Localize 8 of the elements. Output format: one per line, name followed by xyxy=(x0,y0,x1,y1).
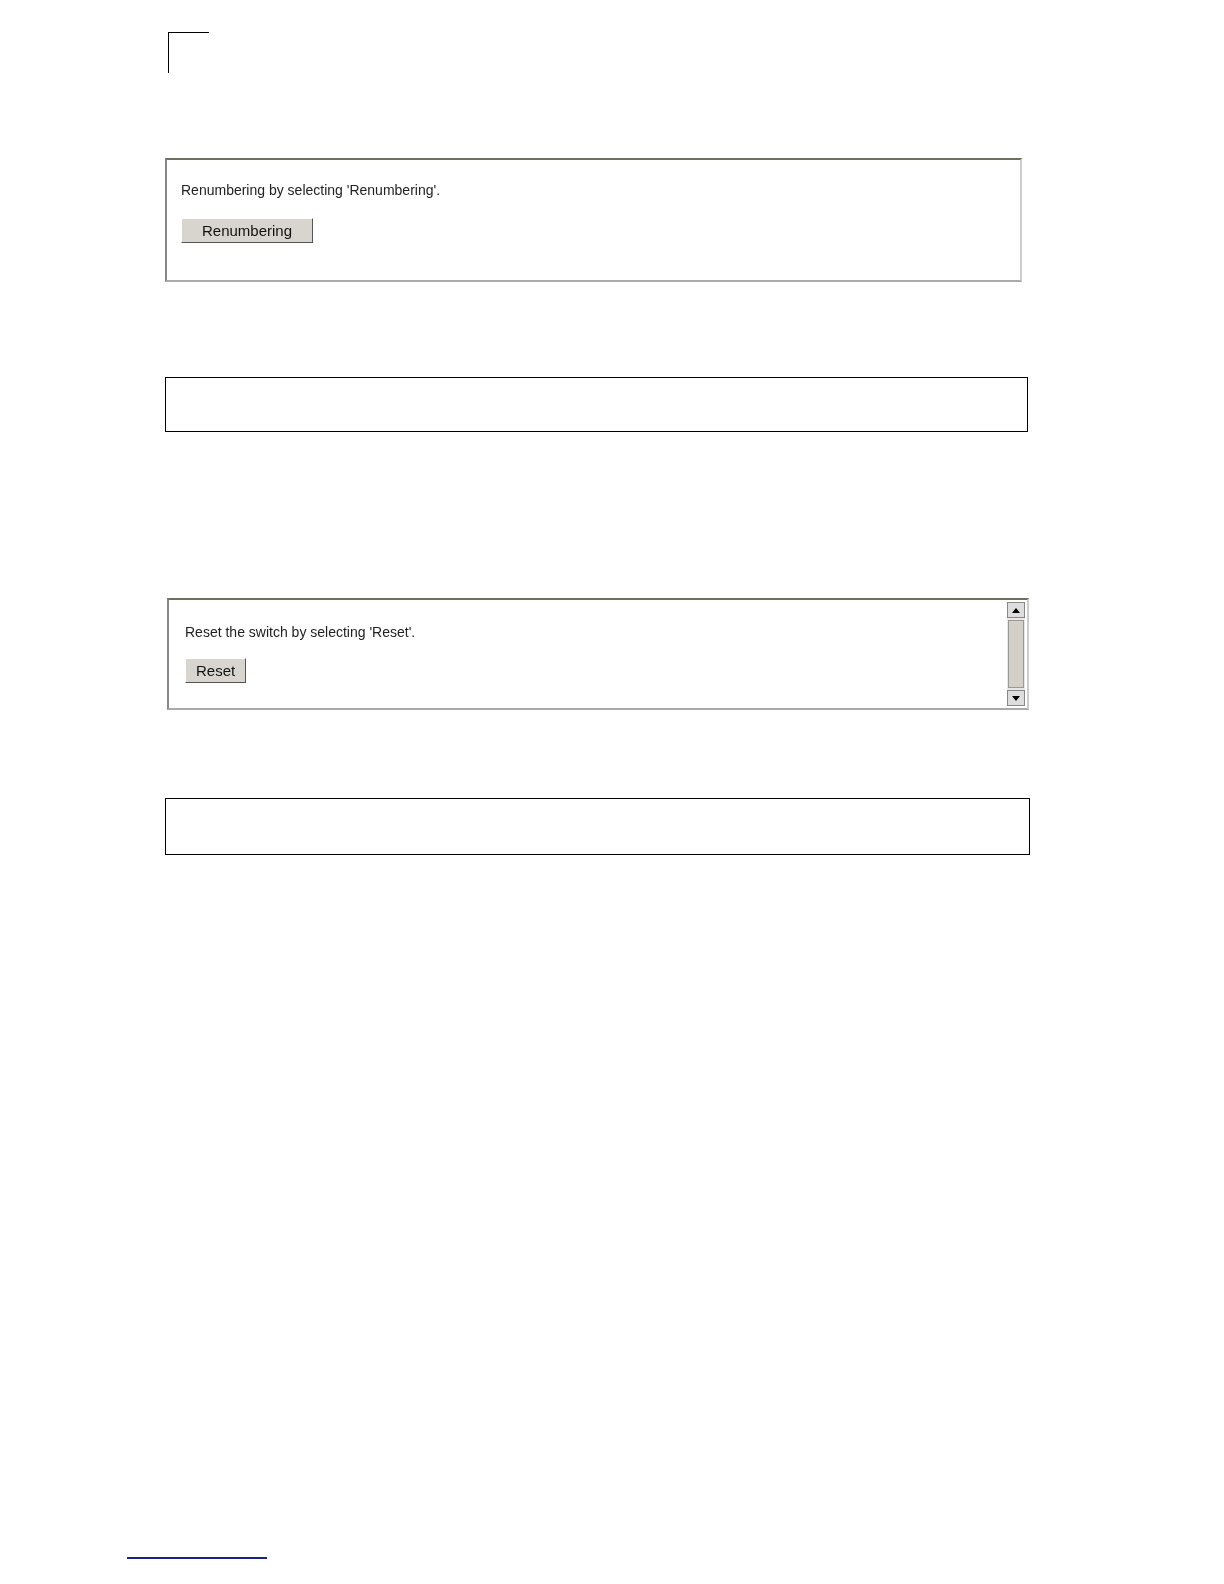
scrollbar[interactable] xyxy=(1007,602,1025,706)
instruction-text: Renumbering by selecting 'Renumbering'. xyxy=(181,182,442,198)
crop-mark xyxy=(168,32,209,73)
scroll-down-icon[interactable] xyxy=(1007,690,1025,706)
instruction-text: Reset the switch by selecting 'Reset'. xyxy=(185,624,417,640)
scroll-up-icon[interactable] xyxy=(1007,602,1025,618)
action-button[interactable]: Renumbering xyxy=(181,218,314,243)
action-button[interactable]: Reset xyxy=(185,658,247,683)
